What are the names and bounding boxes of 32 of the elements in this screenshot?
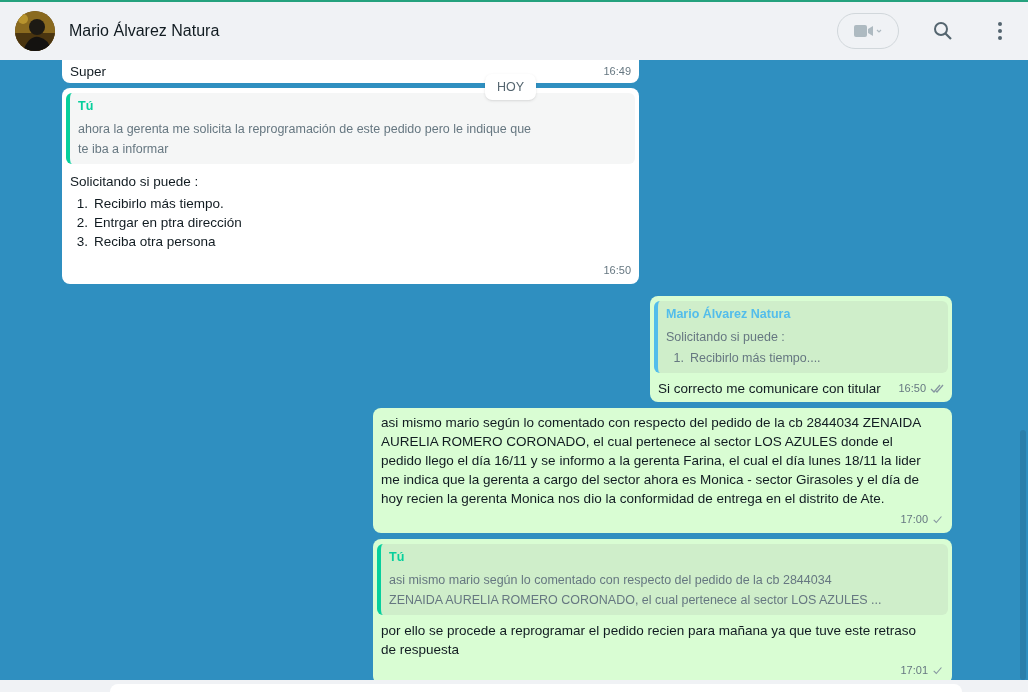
message-time: 16:50 bbox=[898, 381, 926, 396]
message-time: 17:00 bbox=[900, 512, 928, 527]
message-text: Super bbox=[70, 63, 107, 81]
quote-author: Mario Álvarez Natura bbox=[666, 305, 792, 323]
message-time: 16:49 bbox=[603, 64, 631, 79]
message-text: asi mismo mario según lo comentado con respecto del pedido de la cb 2844034 ZENAIDA AURELIA ROMERO CORONADO, el cual pertenece al sector LOS AZULES donde el pedido llego el día 16/11 y se informo a la gerenta Farina, el cual el día lunes 18/11 la lider me indica que la gerenta a cargo del sector ahora es Monica - sector Girasoles y el día de hoy recien la gerenta Monica nos dio la conformidad de entrega en el distrito de Ate. bbox=[381, 414, 922, 508]
quote-author: Tú bbox=[78, 98, 95, 115]
list-number: 3. bbox=[76, 233, 88, 251]
quote-text: Solicitando si puede : bbox=[666, 329, 786, 346]
list-item-text: Entrgar en ptra dirección bbox=[94, 214, 242, 232]
list-number: 2. bbox=[76, 214, 88, 232]
message-text: Solicitando si puede : bbox=[70, 173, 200, 191]
quote-author: Tú bbox=[389, 549, 406, 566]
message-time: 17:01 bbox=[900, 663, 928, 678]
message-text: por ello se procede a reprogramar el pedido recien para mañana ya que tuve este retraso de respuesta bbox=[381, 622, 918, 659]
contact-name[interactable]: Mario Álvarez Natura bbox=[69, 19, 220, 43]
video-camera-icon bbox=[854, 24, 882, 38]
quote-text: ahora la gerenta me solicita la reprogramación de este pedido pero le indique que bbox=[78, 121, 533, 138]
list-item-text: Recibirlo más tiempo. bbox=[94, 195, 224, 213]
quote-text: ZENAIDA AURELIA ROMERO CORONADO, el cual pertenece al sector LOS AZULES ... bbox=[389, 592, 883, 609]
message-time: 16:50 bbox=[603, 263, 631, 278]
list-item-text: Recibirlo más tiempo.... bbox=[690, 350, 821, 367]
menu-icon[interactable] bbox=[998, 22, 1002, 40]
date-chip: HOY bbox=[485, 74, 537, 100]
quote-text: te iba a informar bbox=[78, 141, 170, 158]
search-icon[interactable] bbox=[933, 21, 953, 41]
message-text: Si correcto me comunicare con titular bbox=[658, 380, 881, 398]
list-number: 1. bbox=[672, 350, 684, 367]
scrollbar[interactable] bbox=[1020, 430, 1026, 680]
list-item-text: Reciba otra persona bbox=[94, 233, 216, 251]
quote-text: asi mismo mario según lo comentado con respecto del pedido de la cb 2844034 bbox=[389, 572, 833, 589]
list-number: 1. bbox=[76, 195, 88, 213]
